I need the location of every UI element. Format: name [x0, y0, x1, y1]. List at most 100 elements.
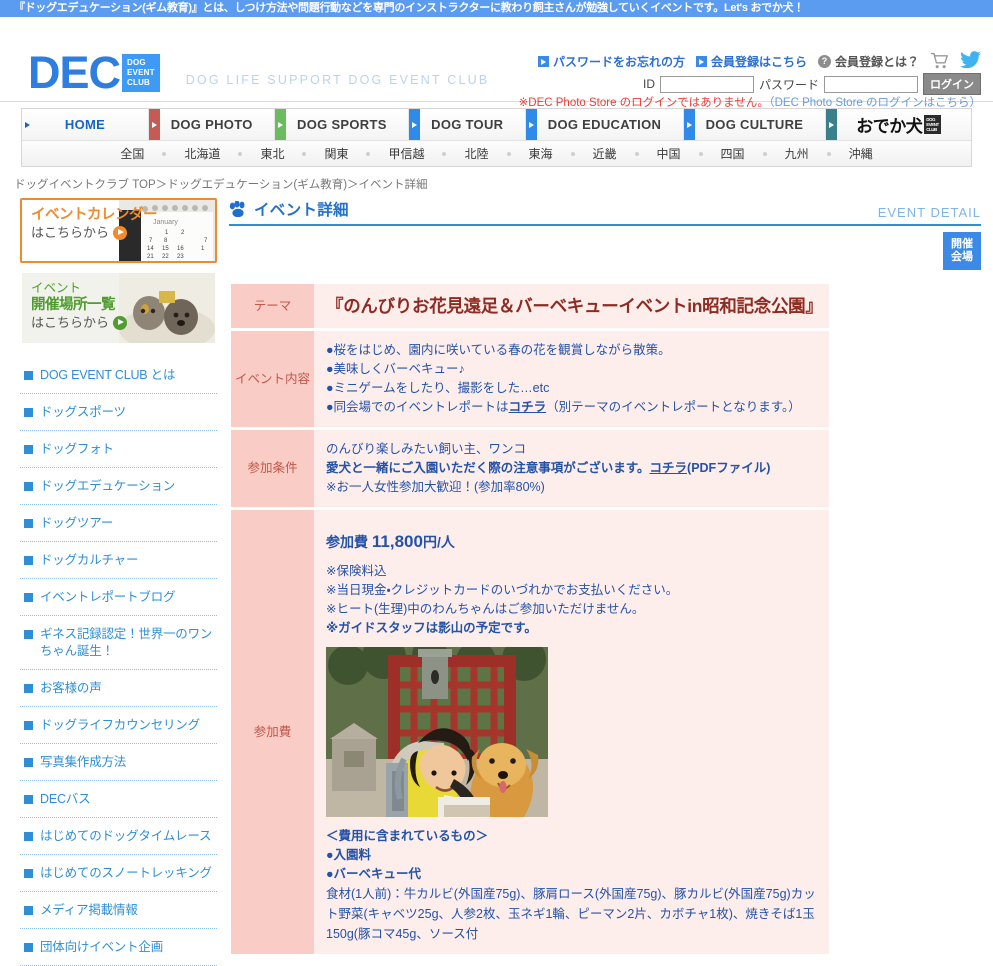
dec-mini-logo-icon: DOG EVENT CLUB: [924, 115, 941, 134]
region-item-7[interactable]: 近畿: [575, 145, 635, 162]
sidebar-item-dec-bus[interactable]: DECバス: [20, 781, 217, 818]
nav-item-dog-tour[interactable]: DOG TOUR: [409, 109, 527, 140]
register-link[interactable]: 会員登録はこちら: [695, 53, 807, 70]
region-item-11[interactable]: 沖縄: [831, 145, 891, 162]
nav-item-dog-culture[interactable]: DOG CULTURE: [683, 109, 826, 140]
region-item-0[interactable]: 全国: [102, 145, 162, 162]
region-item-10[interactable]: 九州: [767, 145, 827, 162]
row-value-theme: 『のんびりお花見遠足＆バーベキューイベントin昭和記念公園』: [314, 284, 829, 331]
entry-notes-pdf-link[interactable]: コチラ: [650, 461, 688, 475]
content-line-0: ●桜をはじめ、園内に咲いている春の花を観賞しながら散策。: [326, 343, 671, 357]
fee-amount-value: 11,800: [371, 532, 423, 551]
logo-badge-line3: CLUB: [127, 77, 151, 87]
sidebar-menu: DOG EVENT CLUB とは ドッグスポーツ ドッグフォト ドッグエデュケ…: [20, 357, 217, 966]
event-detail-table: テーマ 『のんびりお花見遠足＆バーベキューイベントin昭和記念公園』 イベント内…: [231, 284, 829, 957]
venue-button-line1: 開催: [951, 238, 973, 250]
region-item-5[interactable]: 北陸: [446, 145, 506, 162]
login-button[interactable]: ログイン: [923, 73, 981, 95]
logo-badge-line2: EVENT: [127, 67, 155, 77]
nav-item-dog-sports[interactable]: DOG SPORTS: [275, 109, 410, 140]
sidebar-label-11: DECバス: [40, 792, 91, 806]
fee-note-guide-staff: ※ガイドスタッフは影山の予定です。: [326, 621, 537, 635]
sidebar-item-guinness-record[interactable]: ギネス記録認定！世界一のワンちゃん誕生！: [20, 616, 217, 670]
nav-item-odekaken[interactable]: おでか犬 DOG EVENT CLUB: [825, 109, 971, 140]
banner-calendar-line2-wrap: はこちらから: [31, 224, 215, 241]
sidebar-item-dog-life-counseling[interactable]: ドッグライフカウンセリング: [20, 707, 217, 744]
sidebar-label-14: メディア掲載情報: [40, 903, 138, 917]
region-item-4[interactable]: 甲信越: [370, 145, 442, 162]
banner-venues-text: イベント 開催場所一覧 はこちらから: [22, 273, 215, 331]
content-report-line: ●同会場でのイベントレポートはコチラ（別テーマのイベントレポートとなります。）: [326, 398, 817, 417]
svg-text:21: 21: [147, 254, 154, 260]
nav-item-dog-education[interactable]: DOG EDUCATION: [526, 109, 684, 140]
bullet-square-icon: [24, 684, 33, 693]
twitter-icon[interactable]: [960, 51, 981, 72]
sidebar-item-dog-culture[interactable]: ドッグカルチャー: [20, 542, 217, 579]
fee-note-1: ※当日現金・クレジットカードのいづれかでお支払いください。: [326, 583, 679, 597]
sidebar-item-dog-sports[interactable]: ドッグスポーツ: [20, 394, 217, 431]
cart-icon[interactable]: [930, 52, 949, 72]
banner-event-calendar[interactable]: January 12 787 14 15 16 1 21 22 23 イベントカレンダー …: [20, 198, 217, 263]
sidebar-item-event-report-blog[interactable]: イベントレポートブログ: [20, 579, 217, 616]
included-item-0: ●入園料: [326, 848, 372, 862]
login-notice-link[interactable]: （DEC Photo Store のログインはこちら）: [769, 97, 981, 109]
password-input[interactable]: [824, 75, 918, 93]
bullet-square-icon: [24, 445, 33, 454]
chevron-right-icon: [275, 109, 287, 140]
id-input[interactable]: [659, 75, 754, 93]
sidebar-item-about-dec[interactable]: DOG EVENT CLUB とは: [20, 357, 217, 394]
page-title: イベント詳細: [229, 198, 349, 220]
event-report-link[interactable]: コチラ: [509, 400, 547, 414]
fee-note-0: ※保険料込: [326, 564, 387, 578]
banner-event-venues[interactable]: イベント 開催場所一覧 はこちらから: [20, 271, 217, 345]
play-icon: [113, 315, 128, 330]
region-item-6[interactable]: 東海: [511, 145, 571, 162]
condition-line-2-bold: 愛犬と一緒にご入園いただく際の注意事項がございます。: [326, 461, 650, 475]
table-row-content: イベント内容 ●桜をはじめ、園内に咲いている春の花を観賞しながら散策。 ●美味し…: [231, 329, 829, 430]
sidebar-label-12: はじめてのドッグタイムレース: [40, 829, 212, 843]
region-item-1[interactable]: 北海道: [166, 145, 238, 162]
svg-text:16: 16: [177, 246, 184, 252]
banner-venues-line1: 開催場所一覧: [31, 297, 116, 313]
sidebar-label-2: ドッグフォト: [40, 442, 114, 456]
question-circle-icon: ?: [817, 55, 831, 68]
content-report-prefix: ●同会場でのイベントレポートは: [326, 400, 509, 414]
main-nav: HOME DOG PHOTO DOG SPORTS DOG TOUR DOG E…: [22, 109, 971, 141]
region-item-9[interactable]: 四国: [703, 145, 763, 162]
sidebar-item-first-dog-time-race[interactable]: はじめてのドッグタイムレース: [20, 818, 217, 855]
region-item-2[interactable]: 東北: [242, 145, 302, 162]
site-logo[interactable]: DEC DOG EVENT CLUB DOG LIFE SUPPORT DOG …: [28, 50, 489, 95]
about-registration-link[interactable]: ? 会員登録とは？: [817, 53, 919, 70]
nav-item-dog-photo[interactable]: DOG PHOTO: [149, 109, 276, 140]
row-value-condition: のんびり楽しみたい飼い主、ワンコ 愛犬と一緒にご入園いただく際の注意事項がござい…: [314, 428, 829, 510]
venue-button[interactable]: 開催 会場: [943, 232, 981, 270]
included-item-1: ●バーベキュー代: [326, 867, 422, 881]
nav-item-home[interactable]: HOME: [22, 109, 149, 140]
id-label: ID: [642, 77, 655, 91]
nav-label-dog-tour: DOG TOUR: [431, 117, 504, 132]
breadcrumb[interactable]: ドッグイベントクラブ TOP＞ドッグエデュケーション(ギム教育)＞イベント詳細: [14, 176, 993, 192]
nav-label-dog-education: DOG EDUCATION: [547, 117, 662, 132]
region-item-3[interactable]: 関東: [306, 145, 366, 162]
twitter-icon-svg: [960, 51, 981, 69]
row-label-content: イベント内容: [231, 329, 314, 430]
sidebar-item-dog-education[interactable]: ドッグエデュケーション: [20, 468, 217, 505]
sidebar-label-10: 写真集作成方法: [40, 755, 127, 769]
region-item-8[interactable]: 中国: [639, 145, 699, 162]
sidebar-label-7: ギネス記録認定！世界一のワンちゃん誕生！: [40, 627, 213, 658]
bullet-square-icon: [24, 795, 33, 804]
page-title-en: EVENT DETAIL: [877, 205, 981, 220]
sidebar-label-5: ドッグカルチャー: [40, 553, 139, 567]
sidebar-item-dog-tour[interactable]: ドッグツアー: [20, 505, 217, 542]
login-form: ID パスワード ログイン: [643, 73, 981, 95]
forgot-password-link[interactable]: パスワードをお忘れの方: [537, 53, 685, 70]
svg-text:15: 15: [162, 246, 169, 252]
sidebar-item-photobook-creation[interactable]: 写真集作成方法: [20, 744, 217, 781]
sidebar-item-first-snow-trekking[interactable]: はじめてのスノートレッキング: [20, 855, 217, 892]
bullet-square-icon: [24, 721, 33, 730]
sidebar-item-dog-photo[interactable]: ドッグフォト: [20, 431, 217, 468]
row-value-fee: 参加費 11,800円/人 ※保険料込 ※当日現金・クレジットカードのいづれかで…: [314, 508, 829, 957]
sidebar-item-customer-voice[interactable]: お客様の声: [20, 670, 217, 707]
sidebar-item-group-event-planning[interactable]: 団体向けイベント企画: [20, 929, 217, 966]
sidebar-item-media-coverage[interactable]: メディア掲載情報: [20, 892, 217, 929]
